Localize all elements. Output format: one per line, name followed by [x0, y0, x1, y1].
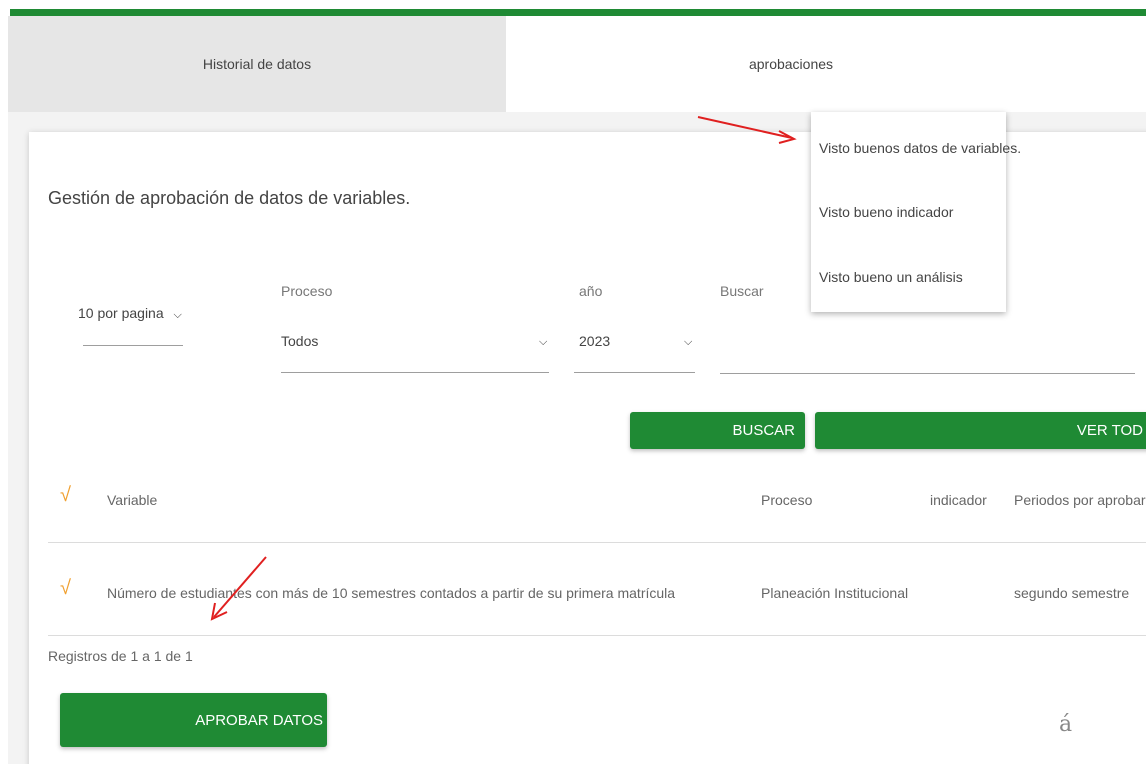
arrow-to-menu-icon: [697, 116, 797, 144]
annotation-arrows: [210, 116, 797, 621]
arrow-to-row-icon: [210, 556, 267, 621]
